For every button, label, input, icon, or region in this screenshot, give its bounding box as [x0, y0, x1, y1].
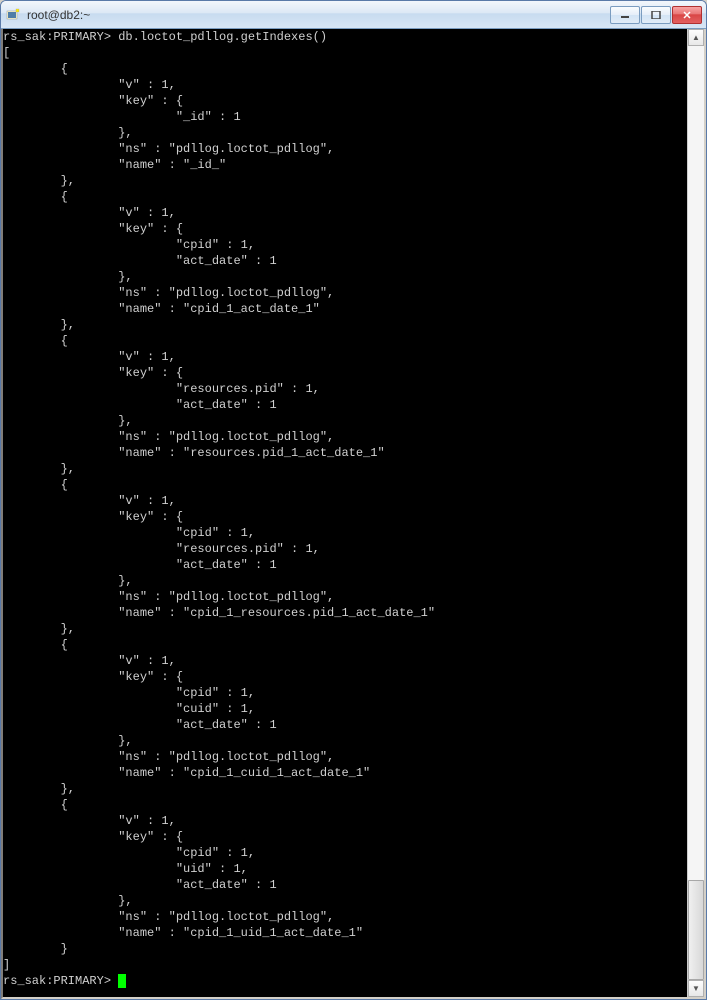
terminal-area: rs_sak:PRIMARY> db.loctot_pdllog.getInde… — [1, 29, 706, 999]
minimize-button[interactable] — [610, 6, 640, 24]
window-controls — [610, 6, 702, 24]
scroll-thumb[interactable] — [688, 880, 704, 980]
scroll-track[interactable] — [688, 46, 704, 980]
putty-icon — [5, 7, 21, 23]
maximize-button[interactable] — [641, 6, 671, 24]
scroll-up-arrow[interactable]: ▲ — [688, 29, 704, 46]
close-button[interactable] — [672, 6, 702, 24]
titlebar[interactable]: root@db2:~ — [1, 1, 706, 29]
putty-window: root@db2:~ rs_sak:PRIMARY> db.loctot_pdl… — [0, 0, 707, 1000]
scroll-down-arrow[interactable]: ▼ — [688, 980, 704, 997]
terminal-output[interactable]: rs_sak:PRIMARY> db.loctot_pdllog.getInde… — [3, 29, 687, 997]
terminal-cursor — [118, 974, 126, 988]
window-title: root@db2:~ — [27, 8, 610, 22]
scrollbar: ▲ ▼ — [687, 29, 704, 997]
